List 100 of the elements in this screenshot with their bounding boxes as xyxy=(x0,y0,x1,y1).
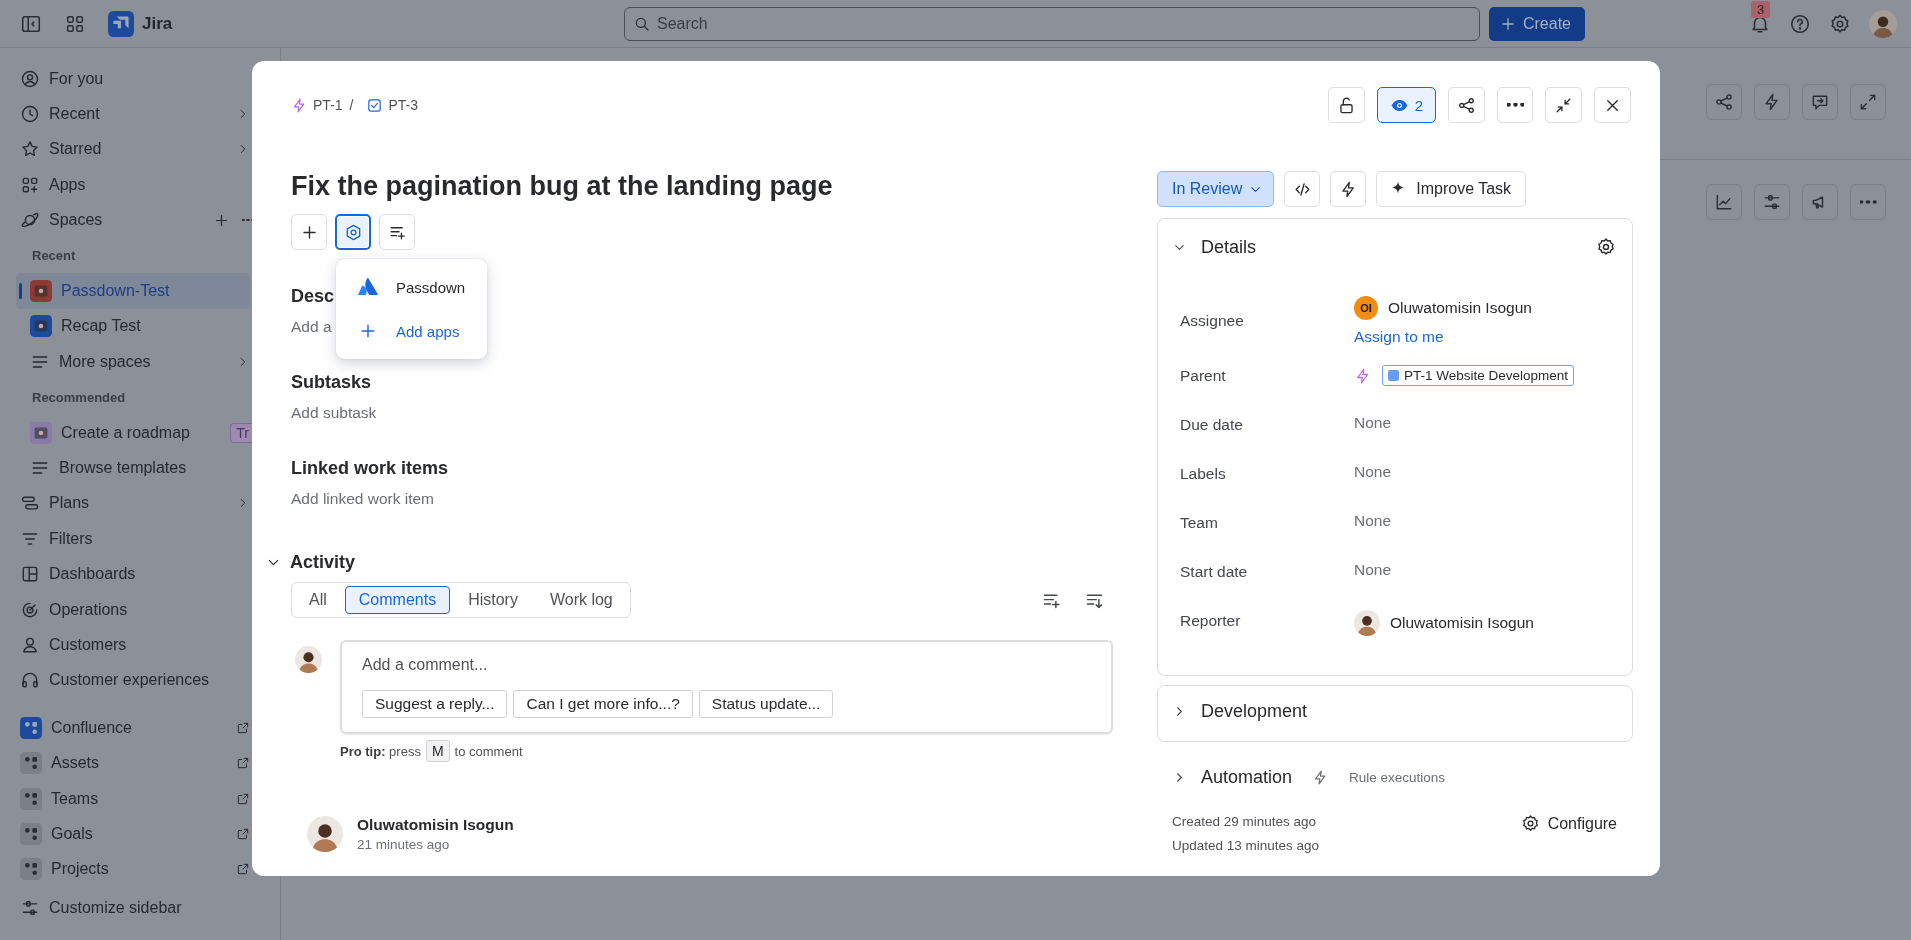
pro-tip-text: Pro tip: press xyxy=(340,743,421,759)
pro-tip-text: to comment xyxy=(454,743,523,759)
tab[interactable]: All xyxy=(295,586,341,614)
external-link-icon xyxy=(236,756,250,771)
unlock-button[interactable] xyxy=(1327,87,1365,123)
sidebar-item[interactable]: Passdown-Test xyxy=(16,273,250,309)
improve-task-button[interactable]: Improve Task xyxy=(1376,171,1527,207)
sidebar-item[interactable]: Spaces xyxy=(16,202,250,238)
sidebar-section-header: Recommended xyxy=(31,388,127,407)
comment-time: 21 minutes ago xyxy=(357,837,451,852)
field-label: Assignee xyxy=(1180,312,1245,330)
settings-icon[interactable] xyxy=(1596,237,1616,257)
search-field[interactable]: Search xyxy=(624,6,1480,41)
section-placeholder[interactable]: Add linked work item xyxy=(291,490,434,508)
expand-icon[interactable] xyxy=(1850,83,1886,120)
sidebar-item[interactable]: Confluence xyxy=(16,710,250,746)
notification-count: 3 xyxy=(1751,0,1771,18)
issue-title[interactable]: Fix the pagination bug at the landing page xyxy=(291,169,1113,203)
share-button[interactable] xyxy=(1448,87,1485,123)
sidebar-item[interactable]: More spaces xyxy=(16,344,250,380)
field-value[interactable]: None xyxy=(1354,512,1392,530)
collapse-button[interactable] xyxy=(1545,87,1582,123)
sidebar-section-header: Recent xyxy=(31,246,77,265)
add-child-button[interactable] xyxy=(379,214,415,250)
sidebar-item[interactable]: Recap Test xyxy=(16,308,250,345)
sliders-icon[interactable] xyxy=(1754,184,1790,220)
user-name[interactable]: Oluwatomisin Isogun xyxy=(1388,299,1532,317)
try-badge[interactable]: Tr xyxy=(230,422,252,443)
sidebar-item[interactable]: Browse templates xyxy=(16,450,250,486)
sidebar-item[interactable]: Plans xyxy=(16,485,250,522)
avatar[interactable] xyxy=(1869,9,1897,38)
megaphone-icon[interactable] xyxy=(1802,184,1838,220)
panel-heading: Automation xyxy=(1201,766,1293,788)
menu-item[interactable]: Passdown xyxy=(336,265,487,309)
sidebar-item[interactable]: Customers xyxy=(16,627,250,663)
section-placeholder[interactable]: Add a xyxy=(291,318,332,336)
automation-button[interactable] xyxy=(1330,171,1367,207)
sidebar-item[interactable]: Filters xyxy=(16,521,250,557)
sidebar-item[interactable]: Projects xyxy=(16,851,250,887)
status-dropdown[interactable]: In Review xyxy=(1157,171,1275,207)
sidebar-item[interactable]: Starred xyxy=(16,131,250,168)
sidebar-item[interactable]: Customer experiences xyxy=(16,662,250,699)
tab[interactable]: History xyxy=(454,586,532,614)
app-tile-icon xyxy=(20,752,42,775)
lightning-icon[interactable] xyxy=(1754,83,1790,120)
breadcrumb-link[interactable]: PT-3 xyxy=(388,97,419,113)
sidebar-item[interactable]: Assets xyxy=(16,745,250,781)
external-link-icon xyxy=(236,826,250,841)
configure-button[interactable]: Configure xyxy=(1514,810,1623,837)
code-button[interactable] xyxy=(1284,171,1321,207)
suggestion-chip[interactable]: Can I get more info...? xyxy=(513,690,693,718)
menu-item[interactable]: Add apps xyxy=(336,309,487,353)
person-circle-icon xyxy=(20,68,40,89)
chart-icon[interactable] xyxy=(1706,184,1742,220)
share-icon[interactable] xyxy=(1706,83,1742,120)
sidebar-item[interactable]: Teams xyxy=(16,780,250,817)
field-label: Reporter xyxy=(1180,611,1242,630)
breadcrumb-link[interactable]: PT-1 xyxy=(313,97,343,113)
more-icon[interactable] xyxy=(242,219,254,222)
section-placeholder[interactable]: Add subtask xyxy=(291,404,377,422)
close-button[interactable] xyxy=(1594,87,1631,123)
product-name: Jira xyxy=(142,13,173,34)
create-button[interactable]: Create xyxy=(1489,6,1585,41)
section-heading: Activity xyxy=(290,551,356,574)
suggestion-chip[interactable]: Status update... xyxy=(698,690,834,718)
sidebar-item[interactable]: Dashboards xyxy=(16,556,250,592)
user-name[interactable]: Oluwatomisin Isogun xyxy=(1390,614,1534,632)
field-value[interactable]: None xyxy=(1354,561,1392,579)
watch-button[interactable]: 2 xyxy=(1376,87,1436,123)
sidebar-item[interactable]: Create a roadmap Tr xyxy=(16,414,250,451)
space-avatar-icon xyxy=(30,280,52,303)
jira-logo-icon xyxy=(108,10,134,37)
more-button[interactable] xyxy=(1497,87,1533,123)
field-value[interactable]: None xyxy=(1354,463,1392,481)
app-tile-icon xyxy=(20,787,42,810)
feedback-icon[interactable] xyxy=(1802,83,1838,120)
apps-button[interactable] xyxy=(335,214,371,250)
field-value[interactable]: None xyxy=(1354,414,1392,432)
avatar xyxy=(1354,610,1380,636)
parent-chip[interactable]: PT-1 Website Development xyxy=(1382,365,1575,386)
tab[interactable]: Comments xyxy=(344,586,451,614)
sidebar-item[interactable]: For you xyxy=(16,61,250,97)
sidebar-item[interactable]: Apps xyxy=(16,167,250,203)
comment-field[interactable]: Add a comment... xyxy=(362,656,1091,674)
panel-heading: Development xyxy=(1201,701,1308,722)
breadcrumb-separator: / xyxy=(349,97,354,113)
rule-executions-link[interactable]: Rule executions xyxy=(1349,769,1446,785)
sidebar-item[interactable]: Customize sidebar xyxy=(16,890,250,926)
more-icon xyxy=(1506,103,1524,107)
suggestion-chip[interactable]: Suggest a reply... xyxy=(362,690,508,718)
sidebar-item[interactable]: Recent xyxy=(16,96,250,132)
help-icon[interactable] xyxy=(1789,12,1811,35)
sidebar-item[interactable]: Goals xyxy=(16,816,250,852)
section-heading: Desc xyxy=(291,285,335,308)
user-avatar: OI xyxy=(1354,296,1378,320)
assign-to-me-link[interactable]: Assign to me xyxy=(1354,328,1532,346)
app-tile-icon xyxy=(20,822,42,845)
task-icon xyxy=(366,96,384,114)
sidebar-item[interactable]: Operations xyxy=(16,591,250,628)
tab[interactable]: Work log xyxy=(535,586,627,614)
